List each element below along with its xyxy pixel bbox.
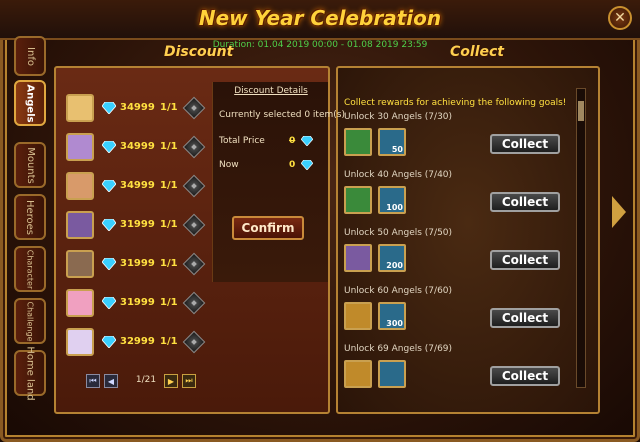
select-button[interactable] [182,252,206,276]
gem-reward-icon[interactable]: 100 [378,186,406,214]
goal-row: Unlock 69 Angels (7/69) Collect [342,344,566,402]
goal-row: Unlock 40 Angels (7/40) 100 Collect [342,170,566,228]
angel-avatar [66,94,94,122]
tab-info[interactable]: Info [14,36,46,76]
diamond-icon [102,102,116,114]
tab-character[interactable]: Character [14,246,46,292]
tab-angels[interactable]: Angels [14,80,46,126]
chest-icon[interactable] [344,244,372,272]
chest-icon[interactable] [344,302,372,330]
event-duration: Duration: 01.04 2019 00:00 - 01.08 2019 … [212,40,428,50]
tab-home-land[interactable]: Home land [14,346,46,400]
chest-icon[interactable] [344,128,372,156]
prev-page-button[interactable]: ◀ [104,374,118,388]
scroll-thumb[interactable] [578,101,584,121]
angel-avatar [66,328,94,356]
list-item[interactable]: 31999 1/1 [60,211,212,243]
now-price-label: Now [219,160,239,170]
next-page-button[interactable]: ▶ [164,374,178,388]
discount-header: Discount [164,44,234,60]
select-button[interactable] [182,96,206,120]
gem-reward-icon[interactable]: 50 [378,128,406,156]
gem-reward-icon[interactable] [378,360,406,388]
total-price-label: Total Price [219,136,265,146]
window-title: New Year Celebration [198,6,442,30]
list-item[interactable]: 34999 1/1 [60,94,212,126]
collect-scrollbar[interactable] [576,88,586,388]
tab-heroes[interactable]: Heroes [14,194,46,240]
collect-button[interactable]: Collect [490,250,560,270]
next-arrow-icon[interactable] [612,196,626,228]
collect-button[interactable]: Collect [490,192,560,212]
last-page-button[interactable]: ⏭ [182,374,196,388]
list-item[interactable]: 34999 1/1 [60,133,212,165]
select-button[interactable] [182,213,206,237]
diamond-icon [102,180,116,192]
tab-mounts[interactable]: Mounts [14,142,46,188]
diamond-icon [301,136,313,146]
first-page-button[interactable]: ⏮ [86,374,100,388]
pagination: ⏮ ◀ 1/21 ▶ ⏭ [86,374,206,390]
tab-challenge[interactable]: Challenge [14,298,46,344]
select-button[interactable] [182,135,206,159]
chest-icon[interactable] [344,360,372,388]
details-title: Discount Details [234,86,308,96]
diamond-icon [102,336,116,348]
diamond-icon [102,219,116,231]
discount-details: Discount Details Currently selected 0 it… [212,82,345,282]
collect-button[interactable]: Collect [490,366,560,386]
angel-avatar [66,211,94,239]
list-item[interactable]: 31999 1/1 [60,250,212,282]
collect-intro: Collect rewards for achieving the follow… [344,98,567,108]
diamond-icon [102,297,116,309]
select-button[interactable] [182,330,206,354]
goal-row: Unlock 50 Angels (7/50) 200 Collect [342,228,566,286]
select-button[interactable] [182,174,206,198]
angel-avatar [66,289,94,317]
now-price-value: 0 [289,160,296,170]
diamond-icon [301,160,313,170]
diamond-icon [102,141,116,153]
collect-button[interactable]: Collect [490,134,560,154]
chest-icon[interactable] [344,186,372,214]
collect-button[interactable]: Collect [490,308,560,328]
angel-avatar [66,133,94,161]
page-indicator: 1/21 [135,375,157,385]
goal-row: Unlock 60 Angels (7/60) 300 Collect [342,286,566,344]
list-item[interactable]: 34999 1/1 [60,172,212,204]
list-item[interactable]: 32999 1/1 [60,328,212,360]
close-icon: ✕ [614,10,626,26]
title-bar: New Year Celebration ✕ [0,0,640,40]
list-item[interactable]: 31999 1/1 [60,289,212,321]
gem-reward-icon[interactable]: 300 [378,302,406,330]
angel-avatar [66,250,94,278]
selected-count: Currently selected 0 item(s) [219,110,345,120]
total-price-value: 0 [289,136,296,146]
diamond-icon [102,258,116,270]
collect-header: Collect [450,44,504,60]
goal-row: Unlock 30 Angels (7/30) 50 Collect [342,112,566,170]
select-button[interactable] [182,291,206,315]
angel-avatar [66,172,94,200]
confirm-button[interactable]: Confirm [232,216,304,240]
close-button[interactable]: ✕ [608,6,632,30]
gem-reward-icon[interactable]: 200 [378,244,406,272]
